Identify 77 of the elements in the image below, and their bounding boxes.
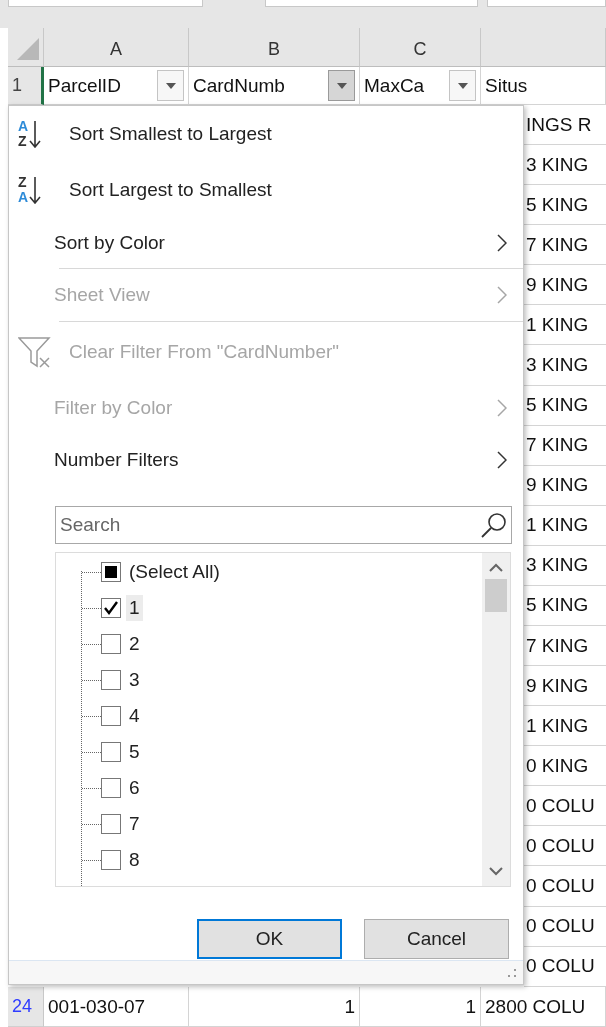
table-cell: 5 KING: [524, 385, 606, 426]
table-cell: 3 KING: [524, 145, 606, 186]
checkbox[interactable]: [101, 706, 121, 726]
row-header[interactable]: 1: [8, 67, 44, 105]
cancel-button[interactable]: Cancel: [364, 919, 509, 959]
table-cell: INGS R: [524, 105, 606, 146]
search-icon: [480, 511, 508, 539]
table-cell: 9 KING: [524, 265, 606, 306]
table-cell: 2800 COLU: [481, 987, 606, 1027]
value-label[interactable]: (Select All): [126, 559, 223, 585]
chevron-right-icon: [497, 286, 507, 304]
table-cell: 5 KING: [524, 185, 606, 226]
table-cell: 7 KING: [524, 425, 606, 466]
table-cell: 0 COLU: [524, 946, 606, 987]
column-header[interactable]: A: [44, 28, 189, 67]
menu-item[interactable]: Number Filters: [9, 434, 523, 486]
menu-item[interactable]: A Z Sort Smallest to Largest: [9, 106, 523, 162]
table-cell: 9 KING: [524, 465, 606, 506]
checkbox[interactable]: [101, 670, 121, 690]
value-label[interactable]: 3: [126, 667, 143, 693]
table-cell: 0 COLU: [524, 866, 606, 907]
table-cell: 1 KING: [524, 505, 606, 546]
row-header[interactable]: 24: [8, 987, 44, 1027]
table-cell: 7 KING: [524, 626, 606, 667]
menu-item[interactable]: Sort by Color: [9, 218, 523, 268]
value-label[interactable]: 5: [126, 739, 143, 765]
value-label[interactable]: 8: [126, 847, 143, 873]
table-cell: 001-030-07: [44, 987, 189, 1027]
scrollbar[interactable]: [482, 553, 510, 886]
table-cell: 7 KING: [524, 225, 606, 266]
value-label[interactable]: 1: [126, 595, 143, 621]
resize-grip-icon[interactable]: [507, 967, 517, 978]
caret-icon: [336, 82, 347, 89]
value-label[interactable]: 2: [126, 631, 143, 657]
filter-dropdown-button[interactable]: [449, 70, 476, 101]
header-text: Situs: [485, 74, 529, 97]
table-cell: 0 KING: [524, 746, 606, 787]
checkbox[interactable]: [101, 778, 121, 798]
ok-button[interactable]: OK: [197, 919, 342, 959]
column-header[interactable]: B: [189, 28, 360, 67]
checkbox[interactable]: [101, 634, 121, 654]
table-cell: 0 COLU: [524, 906, 606, 947]
clear-filter-icon: [18, 336, 52, 368]
value-label[interactable]: 7: [126, 811, 143, 837]
caret-icon: [165, 82, 176, 89]
menu-item[interactable]: Z A Sort Largest to Smallest: [9, 162, 523, 218]
header-text: CardNumb: [193, 74, 286, 97]
table-cell: 1 KING: [524, 706, 606, 747]
chevron-right-icon: [497, 451, 507, 469]
checkbox[interactable]: [101, 850, 121, 870]
table-cell: 9 KING: [524, 666, 606, 707]
column-header[interactable]: C: [360, 28, 481, 67]
scroll-thumb[interactable]: [485, 579, 507, 612]
table-cell: 1 KING: [524, 305, 606, 346]
caret-icon: [457, 82, 468, 89]
filter-dropdown-button[interactable]: [157, 70, 184, 101]
value-label[interactable]: 6: [126, 775, 143, 801]
header-text: ParcelID: [48, 74, 122, 97]
filter-dropdown-button[interactable]: [328, 70, 355, 101]
scroll-up-icon[interactable]: [488, 563, 504, 573]
table-cell: 5 KING: [524, 585, 606, 626]
search-field[interactable]: Search: [55, 506, 512, 544]
scroll-down-icon[interactable]: [488, 866, 504, 876]
table-cell: 1: [189, 987, 360, 1027]
checkbox[interactable]: [101, 814, 121, 834]
table-cell: 3 KING: [524, 345, 606, 386]
table-cell: 1: [360, 987, 481, 1027]
table-cell: 3 KING: [524, 545, 606, 586]
chevron-right-icon: [497, 399, 507, 417]
checkbox[interactable]: [101, 598, 121, 618]
header-text: MaxCa: [364, 74, 426, 97]
checkbox[interactable]: [101, 562, 121, 582]
table-cell: 0 COLU: [524, 786, 606, 827]
checkbox[interactable]: [101, 742, 121, 762]
value-label[interactable]: 4: [126, 703, 143, 729]
table-cell: 0 COLU: [524, 826, 606, 867]
chevron-right-icon: [497, 234, 507, 252]
